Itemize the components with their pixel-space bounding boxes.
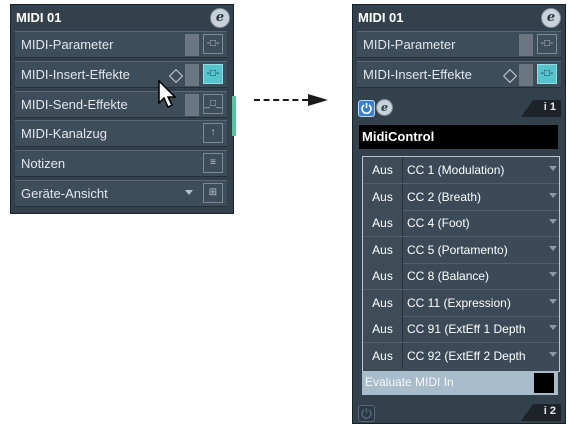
send-effect-icon[interactable]: _□_ [203, 94, 223, 114]
chevron-down-icon[interactable] [549, 192, 557, 198]
section-label: MIDI-Send-Effekte [21, 97, 128, 112]
chevron-down-icon[interactable] [549, 325, 557, 330]
slot-number: i 1 [543, 101, 556, 113]
controller-select[interactable]: CC 1 (Modulation) [403, 157, 559, 183]
controller-select[interactable]: CC 8 (Balance) [403, 263, 559, 289]
track-name: MIDI 01 [16, 10, 62, 25]
controller-state[interactable]: Aus [363, 316, 403, 342]
edit-icon[interactable]: e [541, 8, 561, 28]
evaluate-midi-in-row: Evaluate MIDI In [362, 371, 558, 395]
edit-plugin-icon[interactable]: e [376, 99, 393, 116]
controller-row: Aus CC 11 (Expression) [363, 289, 559, 317]
section-label: MIDI-Parameter [363, 37, 456, 52]
controller-row: Aus CC 2 (Breath) [363, 183, 559, 211]
chevron-down-icon[interactable] [549, 272, 557, 277]
section-device-panel[interactable]: Geräte-Ansicht ⊞ [15, 180, 227, 207]
section-handle [185, 34, 199, 56]
controller-row: Aus CC 92 (ExtEff 2 Depth [363, 342, 559, 369]
controller-state[interactable]: Aus [363, 342, 403, 369]
section-label: Notizen [21, 156, 66, 171]
chevron-down-icon[interactable] [549, 219, 557, 224]
mouse-pointer-icon [158, 79, 177, 109]
insert-effect-icon[interactable]: -□- [203, 64, 223, 84]
insert-effect-icon[interactable]: -□- [537, 64, 557, 84]
chevron-down-icon[interactable] [549, 166, 557, 171]
insert-slot-2-header: i 2 [356, 404, 561, 422]
controller-select[interactable]: CC 91 (ExtEff 1 Depth [403, 316, 559, 342]
section-label: MIDI-Insert-Effekte [21, 67, 130, 82]
edit-icon[interactable]: e [210, 8, 230, 28]
slot-tab: i 1 [521, 100, 561, 117]
controller-select[interactable]: CC 92 (ExtEff 2 Depth [403, 343, 559, 369]
evaluate-midi-in-toggle[interactable] [534, 373, 554, 393]
section-handle [185, 64, 199, 86]
controller-row: Aus CC 91 (ExtEff 1 Depth [363, 316, 559, 343]
controller-row: Aus CC 5 (Portamento) [363, 236, 559, 264]
inspector-panel-before: MIDI 01 e MIDI-Parameter -□- MIDI-Insert… [10, 4, 234, 214]
chevron-down-icon[interactable] [549, 298, 557, 304]
chevron-down-icon[interactable] [549, 351, 557, 357]
controller-state[interactable]: Aus [363, 289, 403, 316]
arrow-head-icon [308, 94, 328, 106]
section-label: MIDI-Insert-Effekte [363, 67, 472, 82]
controller-state[interactable]: Aus [363, 210, 403, 236]
section-handle [519, 64, 533, 86]
insert-slot-1-header: e i 1 [356, 98, 561, 118]
chevron-down-icon[interactable] [185, 190, 193, 195]
device-panel-icon[interactable]: ⊞ [203, 183, 223, 203]
controller-state[interactable]: Aus [363, 236, 403, 263]
section-notes[interactable]: Notizen ≡ [15, 150, 227, 177]
controller-select[interactable]: CC 5 (Portamento) [403, 237, 559, 263]
track-color-stripe [232, 96, 236, 136]
controller-select[interactable]: CC 4 (Foot) [403, 210, 559, 236]
midi-parameter-icon[interactable]: -□- [537, 34, 557, 54]
evaluate-midi-in-label: Evaluate MIDI In [365, 375, 454, 389]
controller-select[interactable]: CC 2 (Breath) [403, 184, 559, 210]
controller-row: Aus CC 8 (Balance) [363, 263, 559, 290]
controller-select[interactable]: CC 11 (Expression) [403, 290, 559, 316]
midi-parameter-icon[interactable]: -□- [203, 34, 223, 54]
controller-row: Aus CC 1 (Modulation) [363, 157, 559, 184]
diamond-icon [502, 68, 518, 84]
power-icon[interactable] [358, 405, 375, 422]
section-label: Geräte-Ansicht [21, 186, 108, 201]
chevron-down-icon[interactable] [549, 245, 557, 251]
section-handle [185, 94, 199, 116]
slot-tab: i 2 [521, 404, 561, 421]
track-title-bar: MIDI 01 e [11, 5, 233, 30]
section-midi-parameter[interactable]: MIDI-Parameter -□- [357, 31, 561, 58]
power-icon[interactable] [358, 100, 375, 117]
controller-list: Aus CC 1 (Modulation) Aus CC 2 (Breath) … [362, 156, 560, 372]
notepad-icon[interactable]: ≡ [203, 153, 223, 173]
section-midi-channel-strip[interactable]: MIDI-Kanalzug ↑ [15, 120, 227, 147]
section-label: MIDI-Kanalzug [21, 126, 107, 141]
inspector-panel-after: MIDI 01 e MIDI-Parameter -□- MIDI-Insert… [352, 4, 566, 424]
plugin-selector[interactable]: MidiControl [359, 125, 558, 149]
section-handle [519, 34, 533, 56]
controller-state[interactable]: Aus [363, 183, 403, 210]
section-midi-insert-effects[interactable]: MIDI-Insert-Effekte -□- [357, 61, 561, 88]
section-label: MIDI-Parameter [21, 37, 114, 52]
controller-row: Aus CC 4 (Foot) [363, 210, 559, 237]
slot-number: i 2 [543, 405, 556, 417]
section-midi-parameter[interactable]: MIDI-Parameter -□- [15, 31, 227, 58]
arrow-line [254, 99, 308, 101]
controller-state[interactable]: Aus [363, 157, 403, 183]
section-midi-send-effects[interactable]: MIDI-Send-Effekte _□_ [15, 91, 227, 118]
track-name: MIDI 01 [358, 10, 404, 25]
controller-state[interactable]: Aus [363, 263, 403, 289]
channel-strip-icon[interactable]: ↑ [203, 123, 223, 143]
section-midi-insert-effects[interactable]: MIDI-Insert-Effekte -□- [15, 61, 227, 88]
